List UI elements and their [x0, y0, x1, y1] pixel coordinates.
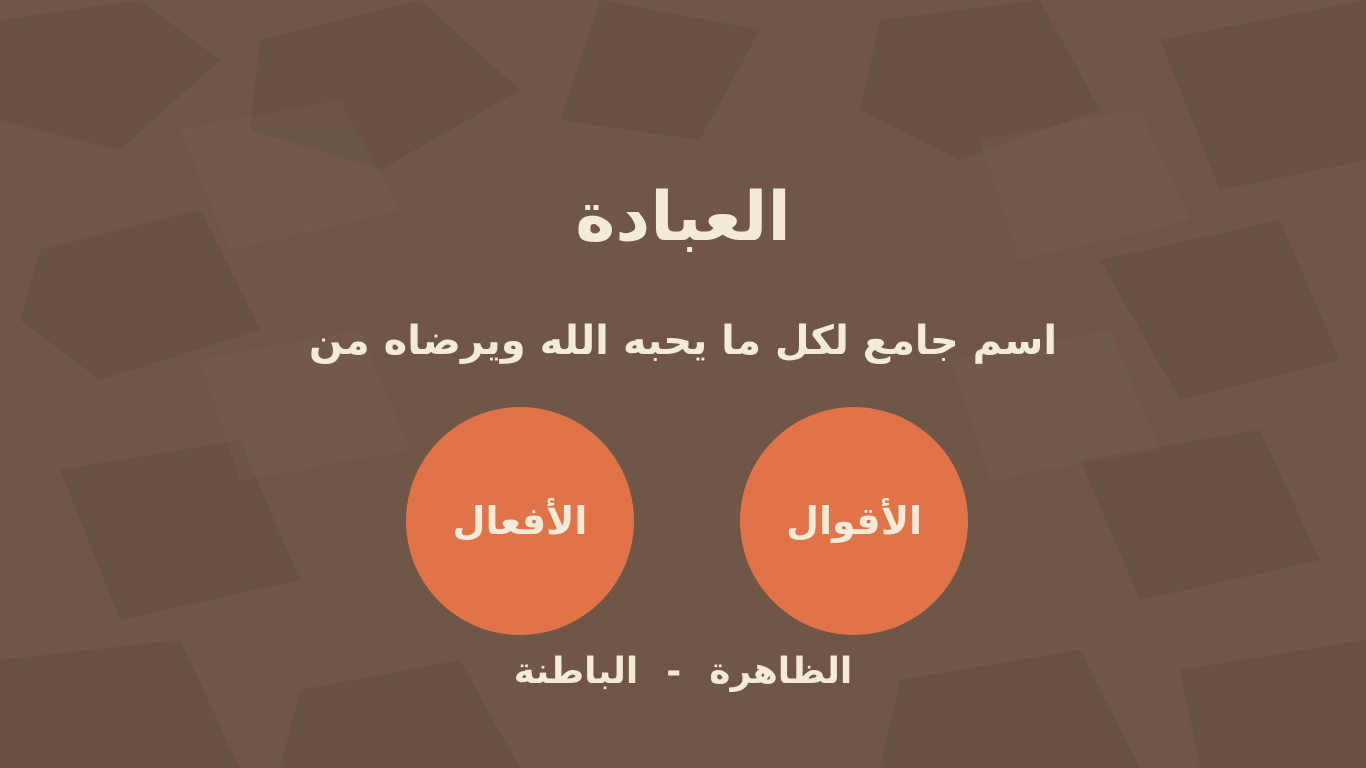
hidden-word: الباطنة — [513, 651, 639, 692]
visible-word: الظاهرة — [709, 651, 853, 692]
visible-hidden-line: الظاهرة-الباطنة — [0, 642, 1366, 702]
slide-subtitle: اسم جامع لكل ما يحبه الله ويرضاه من — [308, 318, 1058, 364]
circle-sayings-label: الأقوال — [785, 499, 923, 543]
circle-sayings: الأقوال — [740, 407, 968, 635]
separator: - — [666, 651, 682, 692]
slide-title: العبادة — [575, 178, 791, 257]
circle-deeds: الأفعال — [406, 407, 634, 635]
circle-deeds-label: الأفعال — [452, 499, 588, 543]
